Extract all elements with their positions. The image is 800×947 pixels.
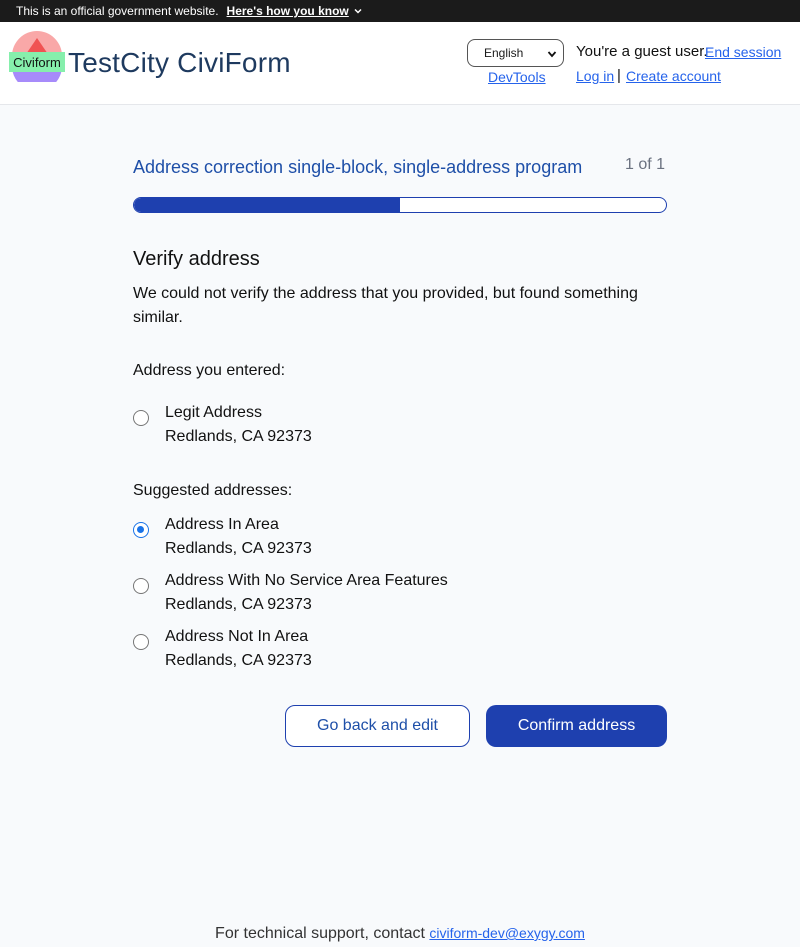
address-line2: Redlands, CA 92373 (165, 428, 312, 445)
address-line1: Address Not In Area (165, 628, 309, 645)
entered-address-option[interactable]: Legit Address Redlands, CA 92373 (133, 401, 312, 449)
chevron-down-icon (547, 51, 557, 58)
support-email-link[interactable]: civiform-dev@exygy.com (429, 925, 585, 941)
suggested-address-radio[interactable] (133, 634, 149, 650)
site-header: Civiform TestCity CiviForm English DevTo… (0, 22, 800, 105)
end-session-link[interactable]: End session (705, 44, 781, 60)
language-selected: English (484, 46, 524, 60)
page-description: We could not verify the address that you… (133, 285, 638, 326)
step-count: 1 of 1 (625, 156, 666, 173)
program-title: Address correction single-block, single-… (133, 157, 583, 177)
logo-text: Civiform (13, 55, 61, 70)
how-you-know-label: Here's how you know (226, 4, 349, 18)
suggested-address-option[interactable]: Address In Area Redlands, CA 92373 (133, 513, 312, 561)
progress-bar (133, 197, 667, 213)
chevron-down-icon (354, 8, 362, 14)
language-select[interactable]: English (467, 39, 564, 67)
guest-status: You're a guest user. (576, 43, 708, 60)
suggested-address-option[interactable]: Address Not In Area Redlands, CA 92373 (133, 625, 312, 673)
entered-address-label: Address you entered: (133, 362, 286, 379)
address-line2: Redlands, CA 92373 (165, 596, 312, 613)
gov-banner-text: This is an official government website. (16, 4, 219, 18)
suggested-address-option[interactable]: Address With No Service Area Features Re… (133, 569, 448, 617)
link-separator: | (617, 67, 621, 84)
gov-banner: This is an official government website. … (0, 0, 800, 22)
page-heading: Verify address (133, 248, 260, 270)
address-line1: Address In Area (165, 516, 279, 533)
suggested-addresses-label: Suggested addresses: (133, 482, 293, 499)
app-title: TestCity CiviForm (68, 47, 291, 78)
progress-fill (134, 198, 400, 212)
go-back-button[interactable]: Go back and edit (285, 705, 470, 747)
confirm-address-button[interactable]: Confirm address (486, 705, 667, 747)
suggested-address-radio[interactable] (133, 522, 149, 538)
address-line2: Redlands, CA 92373 (165, 652, 312, 669)
suggested-address-radio[interactable] (133, 578, 149, 594)
login-link[interactable]: Log in (576, 68, 614, 84)
address-line2: Redlands, CA 92373 (165, 540, 312, 557)
devtools-link[interactable]: DevTools (488, 69, 546, 85)
how-you-know-link[interactable]: Here's how you know (227, 4, 363, 18)
footer-text: For technical support, contact (215, 925, 425, 942)
address-line1: Legit Address (165, 404, 262, 421)
entered-address-radio[interactable] (133, 410, 149, 426)
address-line1: Address With No Service Area Features (165, 572, 448, 589)
civiform-logo[interactable]: Civiform (8, 30, 66, 82)
create-account-link[interactable]: Create account (626, 68, 721, 84)
footer: For technical support, contact civiform-… (0, 925, 800, 943)
